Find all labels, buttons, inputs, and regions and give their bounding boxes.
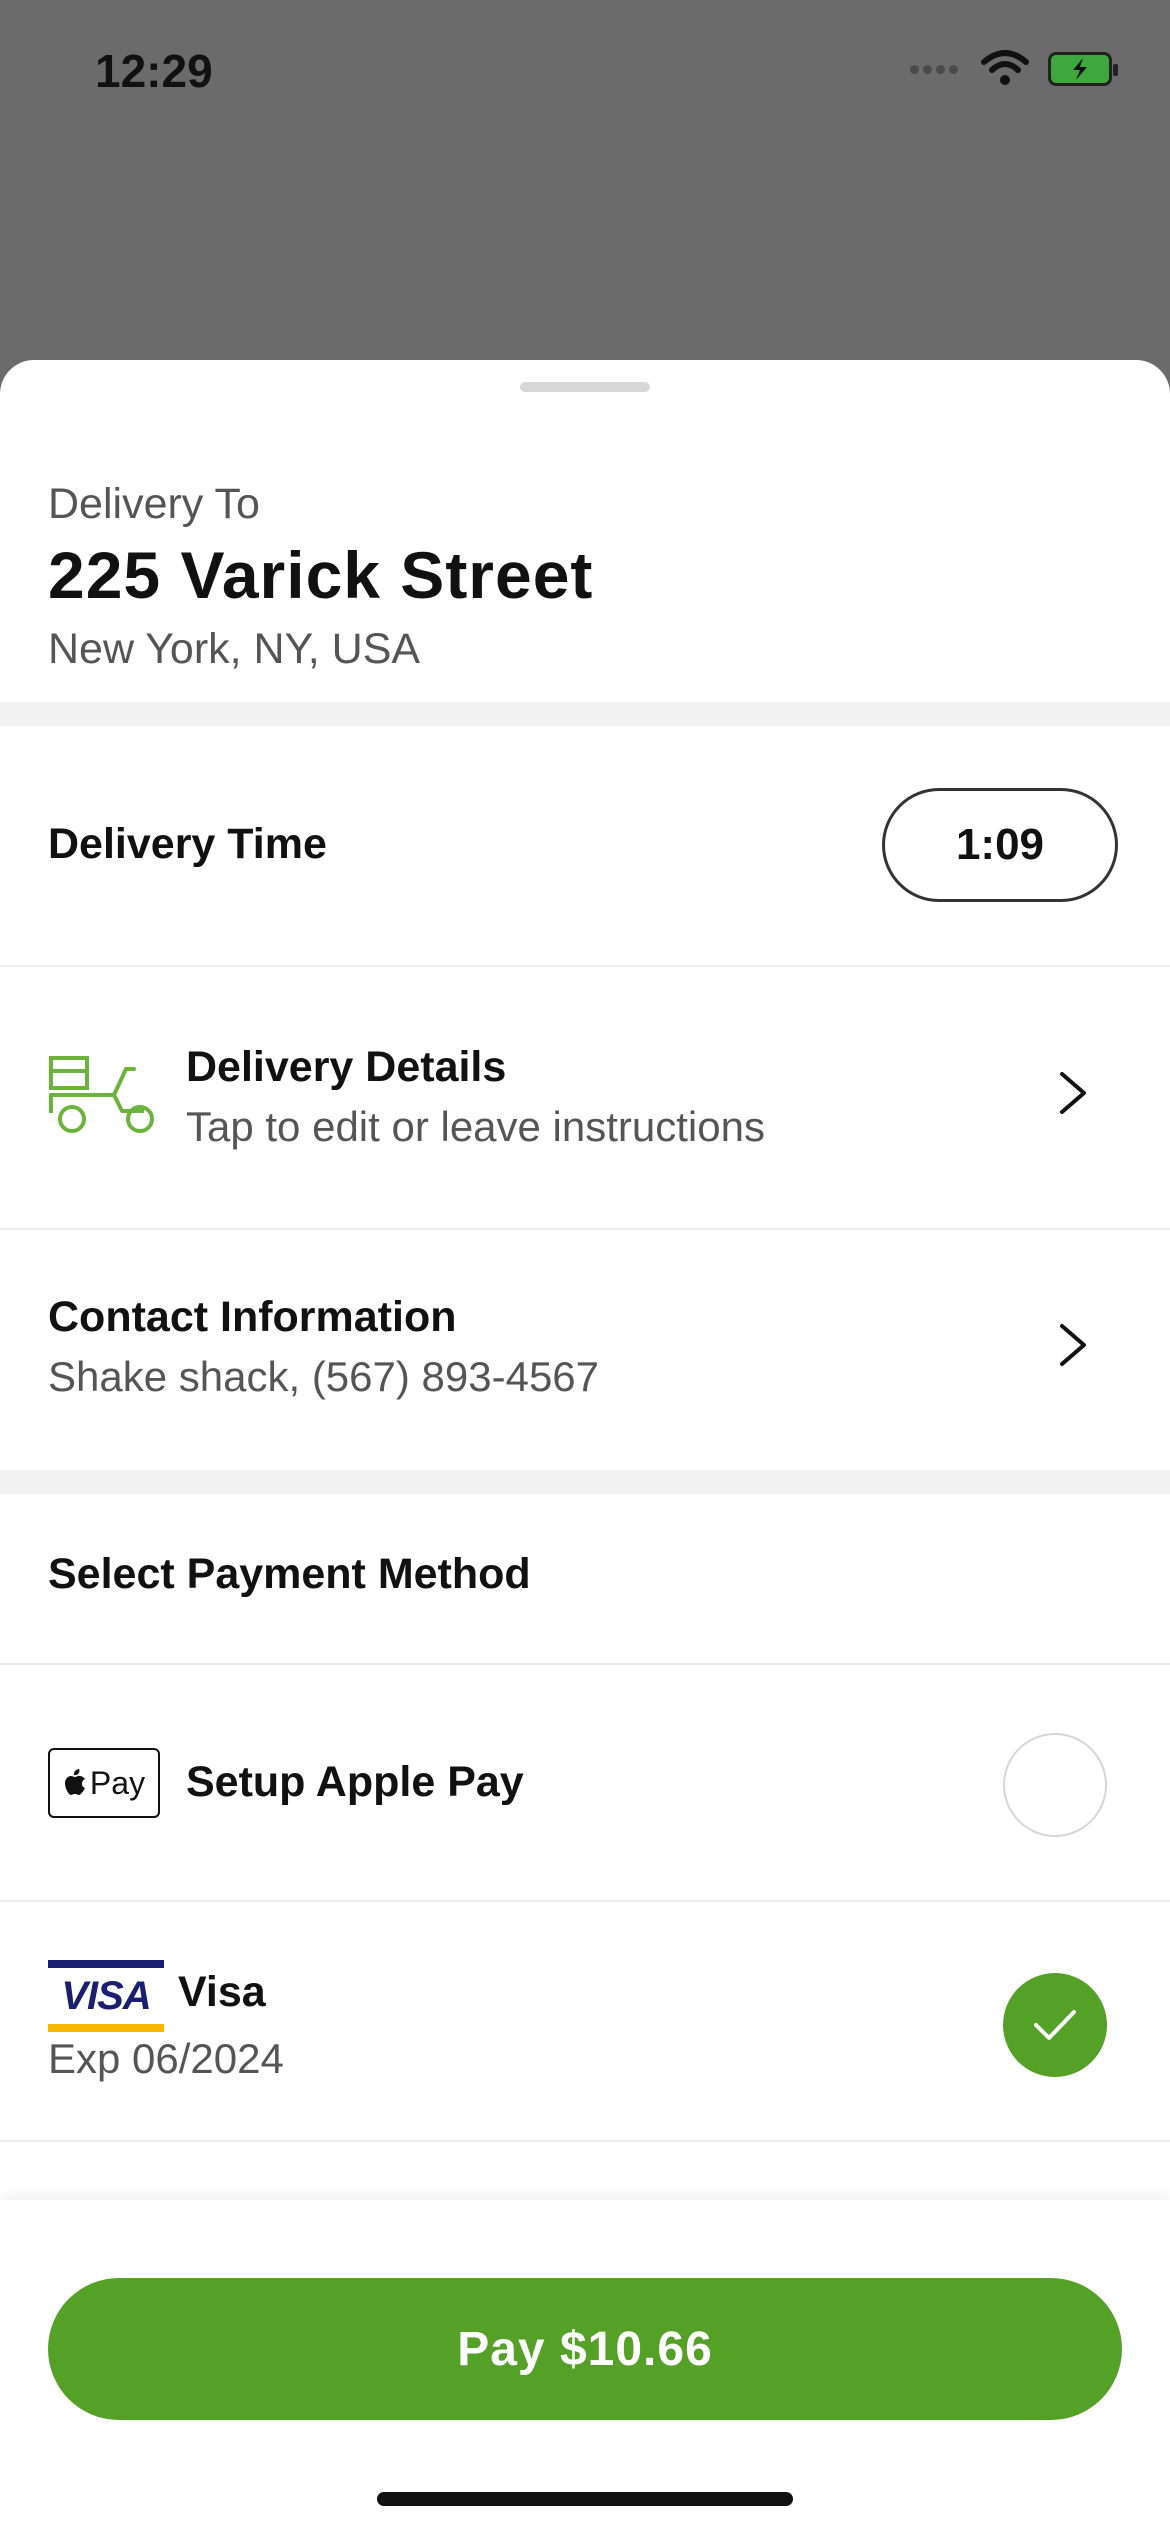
visa-logo: VISA bbox=[48, 1960, 164, 2032]
divider bbox=[0, 2140, 1170, 2142]
checkout-sheet: Delivery To 225 Varick Street New York, … bbox=[0, 360, 1170, 2532]
wifi-icon bbox=[981, 50, 1029, 85]
delivery-to-label: Delivery To bbox=[48, 480, 260, 528]
payment-method-heading: Select Payment Method bbox=[48, 1550, 531, 1598]
checkmark-icon bbox=[1034, 2010, 1076, 2040]
scooter-icon bbox=[49, 1056, 154, 1133]
home-indicator bbox=[377, 2492, 793, 2506]
status-icons bbox=[910, 50, 1118, 88]
delivery-details-subtitle: Tap to edit or leave instructions bbox=[186, 1103, 765, 1150]
divider bbox=[0, 1228, 1170, 1230]
delivery-time-pill[interactable]: 1:09 bbox=[882, 788, 1118, 902]
battery-icon bbox=[1048, 52, 1118, 86]
visa-logo-text: VISA bbox=[61, 1974, 151, 2018]
apple-pay-badge: Pay bbox=[48, 1748, 160, 1818]
visa-expiry: Exp 06/2024 bbox=[48, 2035, 284, 2082]
background-header bbox=[0, 180, 1170, 443]
contact-information-title: Contact Information bbox=[48, 1293, 457, 1341]
apple-pay-badge-text: Pay bbox=[89, 1764, 146, 1801]
section-separator bbox=[0, 1470, 1170, 1494]
chevron-right-icon bbox=[1060, 1324, 1086, 1366]
sheet-grabber[interactable] bbox=[520, 382, 650, 392]
delivery-time-label: Delivery Time bbox=[48, 820, 327, 868]
divider bbox=[0, 1900, 1170, 1902]
visa-radio-selected[interactable] bbox=[1003, 1973, 1107, 2077]
pay-button[interactable]: Pay $10.66 bbox=[48, 2278, 1122, 2420]
contact-information-subtitle: Shake shack, (567) 893-4567 bbox=[48, 1353, 600, 1400]
delivery-address: Delivery To 225 Varick Street New York, … bbox=[48, 480, 1118, 674]
divider bbox=[0, 965, 1170, 967]
delivery-city: New York, NY, USA bbox=[48, 625, 421, 673]
chevron-right-icon bbox=[1060, 1072, 1086, 1114]
visa-label: Visa bbox=[178, 1968, 266, 2016]
apple-pay-radio[interactable] bbox=[1003, 1733, 1107, 1837]
status-time: 12:29 bbox=[95, 45, 213, 97]
apple-logo-icon bbox=[64, 1769, 85, 1795]
section-separator bbox=[0, 702, 1170, 726]
cellular-signal-icon bbox=[910, 64, 962, 74]
divider bbox=[0, 1663, 1170, 1665]
delivery-street: 225 Varick Street bbox=[48, 538, 594, 612]
delivery-details-title: Delivery Details bbox=[186, 1043, 507, 1091]
apple-pay-label: Setup Apple Pay bbox=[186, 1758, 524, 1806]
status-bar: 12:29 bbox=[0, 0, 1170, 150]
